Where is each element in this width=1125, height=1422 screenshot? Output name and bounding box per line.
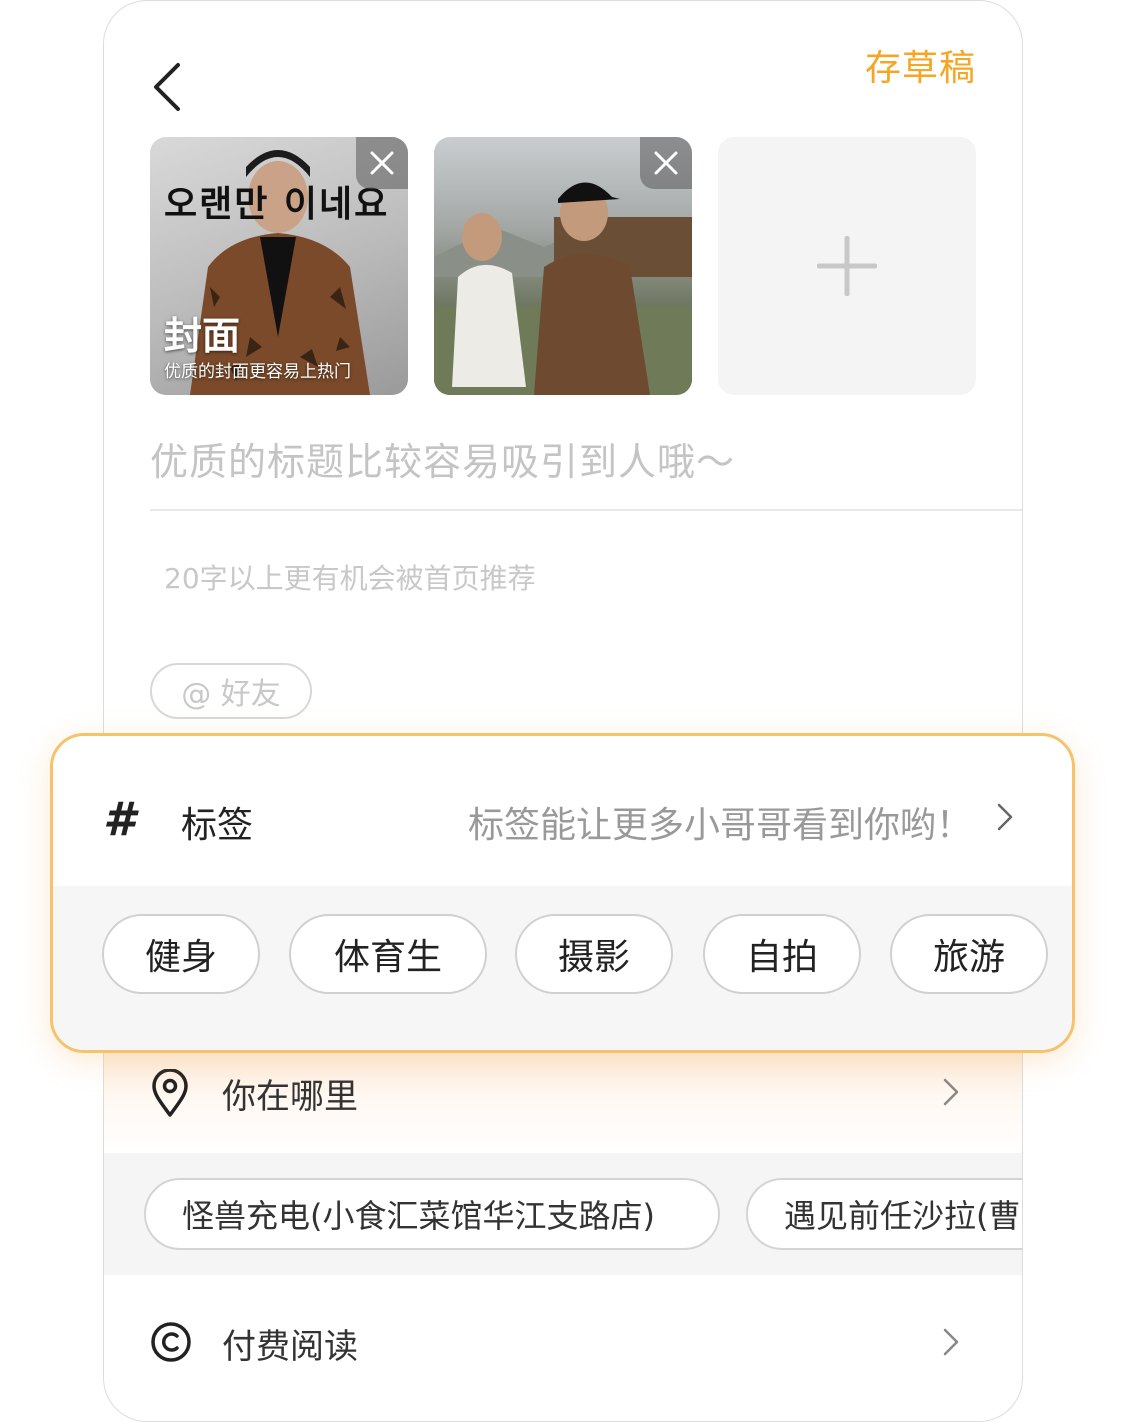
photo-image[interactable] [434,137,692,395]
divider [150,509,1022,511]
location-pin-icon [152,1069,188,1117]
location-chip[interactable]: 怪兽充电(小食汇菜馆华江支路店) [144,1178,720,1250]
tag-label: 标签 [181,805,254,846]
cover-image[interactable]: 오랜만 이네요 封面 优质的封面更容易上热门 [150,137,408,395]
description-input[interactable]: 20字以上更有机会被首页推荐 [164,557,536,597]
save-draft-button[interactable]: 存草稿 [865,39,976,91]
phone-frame: 存草稿 오랜만 이네요 封面 优质的封面更容易上热门 优质的标题比较容易吸引到人… [103,0,1023,1422]
tag-row[interactable]: # 标签 标签能让更多小哥哥看到你哟！ [53,736,1072,886]
mention-friend-button[interactable]: @ 好友 [150,663,312,719]
plus-icon [817,236,877,296]
location-suggestions: 怪兽充电(小食汇菜馆华江支路店) 遇见前任沙拉(曹 [104,1153,1022,1275]
close-icon [654,151,678,175]
tag-suggestions: 健身 体育生 摄影 自拍 旅游 [53,886,1072,1050]
close-icon [370,151,394,175]
add-image-button[interactable] [718,137,976,395]
title-input[interactable]: 优质的标题比较容易吸引到人哦～ [150,431,735,486]
remove-image-button[interactable] [356,137,408,189]
cover-hint: 优质的封面更容易上热门 [164,362,351,382]
tag-chip[interactable]: 自拍 [703,914,861,994]
location-chip[interactable]: 遇见前任沙拉(曹 [746,1178,1022,1250]
chevron-right-icon [943,1078,959,1106]
tag-chip[interactable]: 摄影 [515,914,673,994]
hashtag-icon: # [103,792,136,846]
paid-reading-label[interactable]: 付费阅读 [222,1319,358,1368]
tag-hint: 标签能让更多小哥哥看到你哟！ [467,805,972,846]
tag-chip[interactable]: 体育生 [289,914,487,994]
back-icon[interactable] [148,59,188,115]
chevron-right-icon [997,803,1013,831]
tag-chip[interactable]: 健身 [102,914,260,994]
tag-chip[interactable]: 旅游 [890,914,1048,994]
location-label: 你在哪里 [222,1077,358,1117]
chevron-right-icon[interactable] [942,1327,960,1357]
cover-label: 封面 [164,314,241,358]
remove-image-button[interactable] [640,137,692,189]
tag-card: # 标签 标签能让更多小哥哥看到你哟！ 健身 体育生 摄影 自拍 旅游 [50,733,1075,1053]
copyright-icon [151,1322,191,1362]
